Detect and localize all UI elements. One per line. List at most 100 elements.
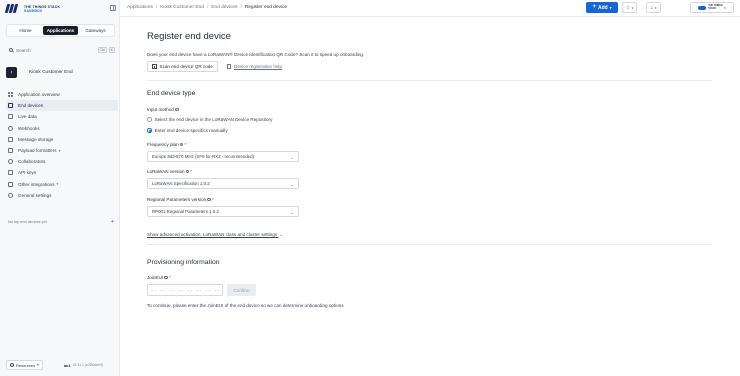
regional-params-label-text: Regional Parameters version: [147, 197, 207, 202]
info-icon[interactable]: i: [207, 197, 212, 202]
sidebar-item-payload-formatters[interactable]: Payload formatters ▾: [6, 145, 118, 156]
chevron-down-icon: ⌄: [290, 154, 294, 160]
sidebar-item-end-devices[interactable]: End devices: [6, 100, 118, 112]
list-icon: [8, 114, 13, 120]
page-title: Register end device: [147, 31, 231, 42]
lorawan-version-label: LoRaWAN version i *: [147, 169, 192, 174]
integrations-icon: [8, 181, 13, 187]
joineui-value: -- -- -- -- -- -- -- --: [151, 287, 221, 293]
frequency-plan-select[interactable]: Europe 863-870 MHz (SF9 for RX2 - recomm…: [147, 151, 299, 162]
sidebar-item-label: Payload formatters: [18, 148, 57, 154]
radio-device-repository[interactable]: Select the end device in the LoRaWAN Dev…: [147, 117, 272, 122]
back-arrow-icon[interactable]: ‹: [6, 67, 17, 78]
application-header: ‹ Kiosk Customer End: [6, 67, 73, 78]
shortcut-key-k: K: [108, 47, 115, 53]
sidebar-footer: Resources ▾ au1 v3.34.1 (a2f50dee9): [6, 360, 118, 370]
show-advanced-settings-link[interactable]: Show advanced activation, LoRaWAN class …: [147, 232, 283, 237]
key-icon: [8, 170, 13, 176]
cloud-icon: [698, 5, 707, 10]
scan-qr-label: Scan end device QR code: [159, 64, 213, 69]
tab-home[interactable]: Home: [8, 26, 43, 35]
database-icon: [8, 136, 13, 142]
device-registration-help-link[interactable]: Device registration help: [227, 64, 282, 69]
brand-line-2: SANDBOX: [24, 8, 43, 13]
sidebar-item-label: Other integrations: [18, 181, 55, 187]
brand-line-1: THE THINGS STACK: [24, 4, 61, 9]
info-icon[interactable]: i: [164, 275, 168, 280]
section-switcher: Home Applications Gateways: [6, 24, 115, 37]
grid-icon: [8, 92, 13, 98]
joineui-input[interactable]: -- -- -- -- -- -- -- --: [147, 284, 223, 296]
chevron-down-icon: ⌄: [290, 209, 294, 215]
breadcrumb-application[interactable]: Kiosk Customer End: [160, 5, 204, 10]
info-icon[interactable]: i: [174, 107, 179, 112]
account-logo-line-2: STACK: [708, 6, 717, 10]
add-top-device-plus-icon[interactable]: +: [111, 219, 114, 225]
stack-version: v3.34.1 (a2f50dee9): [72, 363, 104, 367]
bookmarks-button[interactable]: ☆ ▾: [622, 2, 637, 13]
sidebar-item-application-overview[interactable]: Application overview: [6, 89, 118, 100]
breadcrumb-applications[interactable]: Applications: [127, 5, 153, 10]
required-marker: *: [184, 142, 187, 147]
sidebar-item-label: Live data: [18, 114, 37, 120]
webhook-icon: [8, 125, 13, 131]
top-devices-section: No top end devices yet +: [8, 219, 114, 225]
sidebar-collapse-icon[interactable]: [110, 5, 116, 11]
sidebar-item-label: Collaborators: [18, 159, 46, 165]
gear-icon: [8, 192, 13, 198]
radio-unchecked-icon[interactable]: [147, 117, 152, 122]
chevron-down-icon: ▾: [654, 5, 657, 10]
lorawan-version-select[interactable]: LoRaWAN Specification 1.0.2 ⌄: [147, 178, 299, 189]
info-icon[interactable]: i: [179, 142, 184, 147]
input-method-label: Input method i: [147, 107, 179, 112]
regional-params-value: RP001 Regional Parameters 1.0.2: [152, 209, 219, 214]
sidebar-item-label: Webhooks: [18, 125, 40, 131]
sidebar-item-label: General settings: [18, 192, 52, 198]
advanced-link-label: Show advanced activation, LoRaWAN class …: [147, 232, 278, 237]
joineui-label: JoinEUI i *: [147, 275, 171, 280]
add-button[interactable]: + Add ▾: [586, 2, 618, 13]
chevron-down-icon: ▾: [609, 5, 612, 10]
plus-icon: +: [592, 4, 596, 10]
sidebar-item-api-keys[interactable]: API keys: [6, 167, 118, 178]
add-button-label: Add: [597, 4, 608, 11]
sidebar-item-label: Application overview: [18, 92, 60, 98]
star-icon: ☆: [625, 4, 631, 11]
qr-prompt: Does your end device have a LoRaWAN® Dev…: [147, 52, 365, 57]
regional-params-select[interactable]: RP001 Regional Parameters 1.0.2 ⌄: [147, 206, 299, 217]
sidebar-item-general-settings[interactable]: General settings: [6, 190, 118, 201]
scan-qr-button[interactable]: Scan end device QR code: [147, 61, 218, 72]
resources-button[interactable]: Resources ▾: [6, 360, 43, 370]
required-marker: *: [190, 169, 193, 174]
breadcrumb-current: Register end device: [244, 5, 288, 10]
breadcrumb-separator-icon: /: [206, 5, 209, 10]
info-icon[interactable]: i: [185, 169, 190, 174]
end-device-type-heading: End device type: [147, 90, 196, 97]
tab-gateways[interactable]: Gateways: [78, 26, 113, 35]
sidebar-item-webhooks[interactable]: Webhooks: [6, 123, 118, 134]
search-input[interactable]: Search Ctrl K: [6, 44, 115, 56]
breadcrumb-separator-icon: /: [155, 5, 158, 10]
lorawan-version-label-text: LoRaWAN version: [147, 169, 185, 174]
confirm-button[interactable]: Confirm: [227, 284, 256, 296]
sidebar-item-collaborators[interactable]: Collaborators: [6, 156, 118, 167]
resources-label: Resources: [16, 362, 36, 368]
tag-icon: ⌂: [650, 4, 654, 11]
sidebar-item-other-integrations[interactable]: Other integrations ▾: [6, 179, 118, 190]
notifications-button[interactable]: ⌂ ▾: [646, 2, 661, 13]
sidebar-item-label: Message storage: [18, 136, 54, 142]
sidebar-item-message-storage[interactable]: Message storage: [6, 134, 118, 145]
tab-applications[interactable]: Applications: [43, 26, 78, 35]
breadcrumb: Applications / Kiosk Customer End / End …: [127, 5, 287, 10]
radio-checked-icon[interactable]: [147, 128, 152, 133]
chevron-down-icon: ▾: [58, 148, 61, 153]
chevron-down-icon: ▾: [631, 5, 634, 10]
brand-logo[interactable]: THE THINGS STACK SANDBOX: [4, 4, 61, 13]
account-menu-button[interactable]: THE THINGS STACK ▾: [690, 2, 734, 13]
breadcrumb-end-devices[interactable]: End devices: [211, 5, 237, 10]
frequency-plan-label: Frequency plan i *: [147, 142, 186, 147]
sidebar-item-live-data[interactable]: Live data: [6, 111, 118, 122]
help-circle-icon: [10, 363, 14, 367]
device-icon: [8, 103, 13, 109]
radio-manual-entry[interactable]: Enter end device specifics manually: [147, 128, 228, 133]
